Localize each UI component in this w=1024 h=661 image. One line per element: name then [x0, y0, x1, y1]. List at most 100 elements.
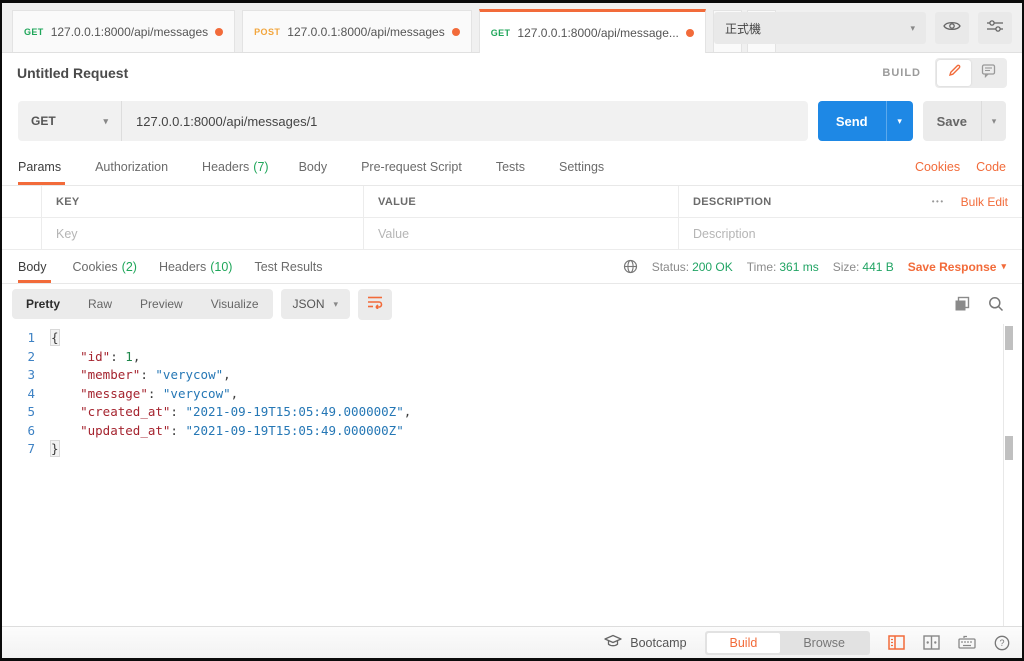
- format-value: JSON: [292, 297, 325, 311]
- scrollbar-thumb[interactable]: [1005, 326, 1013, 350]
- bulk-edit-link[interactable]: Bulk Edit: [961, 195, 1008, 209]
- cookies-link[interactable]: Cookies: [915, 160, 960, 174]
- line-text: "member": "verycow",: [80, 367, 231, 382]
- line-text: }: [50, 440, 60, 457]
- url-input[interactable]: 127.0.0.1:8000/api/messages/1: [122, 114, 331, 129]
- save-split-button: Save ▾: [922, 101, 1006, 141]
- line-number: 4: [27, 385, 35, 401]
- build-toggle[interactable]: Build: [706, 632, 781, 653]
- save-options-caret[interactable]: ▾: [981, 101, 1006, 141]
- format-select[interactable]: JSON ▾: [280, 289, 351, 319]
- tab-label: Body: [298, 160, 328, 174]
- send-button[interactable]: Send: [818, 101, 886, 141]
- tab-label: Settings: [559, 160, 605, 174]
- params-header-actions: ••• Bulk Edit: [932, 195, 1008, 209]
- view-preview[interactable]: Preview: [126, 289, 197, 319]
- tab-label: Pre-request Script: [361, 160, 462, 174]
- unsaved-dot: [685, 28, 694, 37]
- method-badge: POST: [254, 26, 281, 37]
- edit-request-button[interactable]: [937, 60, 971, 86]
- environment-quick-look-button[interactable]: [935, 12, 969, 44]
- response-tab-test-results[interactable]: Test Results: [254, 250, 326, 283]
- tab-pre-request-script[interactable]: Pre-request Script: [361, 149, 466, 185]
- params-input-row: Key Value Description: [2, 218, 1022, 250]
- two-pane-view-button[interactable]: [923, 635, 940, 650]
- line-number: 2: [27, 348, 35, 364]
- description-input[interactable]: Description: [693, 227, 756, 241]
- code-line: 4 "message": "verycow",: [2, 385, 1022, 404]
- send-options-caret[interactable]: ▾: [885, 101, 913, 141]
- environment-selector[interactable]: 正式機 ▾: [714, 12, 926, 44]
- view-raw[interactable]: Raw: [74, 289, 126, 319]
- line-text: "id": 1,: [80, 348, 141, 364]
- search-response-button[interactable]: [988, 296, 1004, 312]
- editor-right-border: [1003, 324, 1004, 626]
- response-toolbar: Pretty Raw Preview Visualize JSON ▾: [2, 284, 1022, 324]
- scrollbar-thumb[interactable]: [1005, 436, 1013, 460]
- response-tab-body[interactable]: Body: [18, 250, 51, 283]
- code-line: 3 "member": "verycow",: [2, 366, 1022, 385]
- response-tab-headers[interactable]: Headers (10): [159, 250, 232, 283]
- params-table-header: KEY VALUE DESCRIPTION ••• Bulk Edit: [2, 186, 1022, 218]
- save-response-button[interactable]: Save Response ▾: [908, 260, 1006, 274]
- graduation-cap-icon: [604, 634, 622, 651]
- save-button[interactable]: Save: [923, 101, 981, 141]
- chevron-down-icon: ▾: [103, 115, 108, 126]
- tab-authorization[interactable]: Authorization: [95, 149, 172, 185]
- help-button[interactable]: ?: [994, 635, 1010, 651]
- globe-icon[interactable]: [623, 259, 638, 274]
- copy-response-button[interactable]: [954, 296, 970, 312]
- wrap-text-icon: [367, 295, 383, 314]
- line-text: {: [50, 329, 60, 346]
- code-link[interactable]: Code: [976, 160, 1006, 174]
- key-input[interactable]: Key: [56, 227, 78, 241]
- tab-label: Test Results: [254, 259, 323, 274]
- response-meta: Status: 200 OK Time: 361 ms Size: 441 B Sav…: [623, 250, 1006, 283]
- request-title: Untitled Request: [17, 65, 129, 81]
- line-number: 1: [27, 330, 35, 345]
- unsaved-dot: [215, 27, 224, 36]
- tab-tests[interactable]: Tests: [496, 149, 529, 185]
- tab-params[interactable]: Params: [18, 149, 66, 185]
- wrap-text-button[interactable]: [358, 288, 393, 320]
- status-bar: Bootcamp Build Browse ?: [2, 626, 1022, 658]
- method-select[interactable]: GET ▾: [18, 101, 122, 141]
- chevron-down-icon: ▾: [1001, 261, 1006, 271]
- line-text: "updated_at": "2021-09-19T15:05:49.00000…: [80, 422, 404, 438]
- comments-button[interactable]: [971, 60, 1005, 86]
- chevron-down-icon: ▾: [910, 22, 915, 33]
- tab-label: Headers: [202, 160, 250, 174]
- response-body-editor[interactable]: 1{2 "id": 1, 3 "member": "verycow", 4 "mes…: [2, 324, 1022, 626]
- view-pretty[interactable]: Pretty: [12, 289, 74, 319]
- tab-headers[interactable]: Headers (7): [202, 149, 269, 185]
- request-tab-2[interactable]: POST 127.0.0.1:8000/api/messages: [242, 10, 472, 52]
- keyboard-shortcuts-button[interactable]: [958, 635, 976, 650]
- column-header-description: DESCRIPTION: [693, 195, 772, 208]
- tab-url: 127.0.0.1:8000/api/messages: [287, 24, 445, 39]
- tab-label: Params: [18, 160, 62, 174]
- code-line: 1{: [2, 329, 1022, 348]
- bootcamp-button[interactable]: Bootcamp: [604, 634, 687, 651]
- response-tabs-row: Body Cookies (2) Headers (10) Test Results…: [2, 250, 1022, 284]
- row-gutter: [2, 218, 42, 249]
- request-tab-3-active[interactable]: GET 127.0.0.1:8000/api/message...: [478, 9, 706, 53]
- send-split-button: Send ▾: [817, 101, 913, 141]
- request-header: Untitled Request BUILD: [2, 53, 1022, 93]
- tab-label: Body: [18, 259, 47, 274]
- environment-settings-button[interactable]: [978, 12, 1012, 44]
- request-config-tabs: Params Authorization Headers (7) Body Pre…: [2, 149, 1022, 186]
- request-tab-1[interactable]: GET 127.0.0.1:8000/api/messages: [12, 10, 236, 52]
- tab-body[interactable]: Body: [299, 149, 332, 185]
- unsaved-dot: [451, 27, 460, 36]
- view-visualize[interactable]: Visualize: [197, 289, 273, 319]
- value-input[interactable]: Value: [378, 227, 409, 241]
- pencil-icon: [947, 63, 962, 83]
- params-more-button[interactable]: •••: [932, 197, 945, 206]
- tab-settings[interactable]: Settings: [559, 149, 608, 185]
- comment-icon: [981, 63, 996, 83]
- response-toolbar-actions: [954, 296, 1012, 312]
- browse-toggle[interactable]: Browse: [780, 633, 868, 653]
- response-tab-cookies[interactable]: Cookies (2): [73, 250, 137, 283]
- sidebar-layout-button[interactable]: [888, 635, 905, 650]
- url-input-group: GET ▾ 127.0.0.1:8000/api/messages/1: [18, 101, 808, 141]
